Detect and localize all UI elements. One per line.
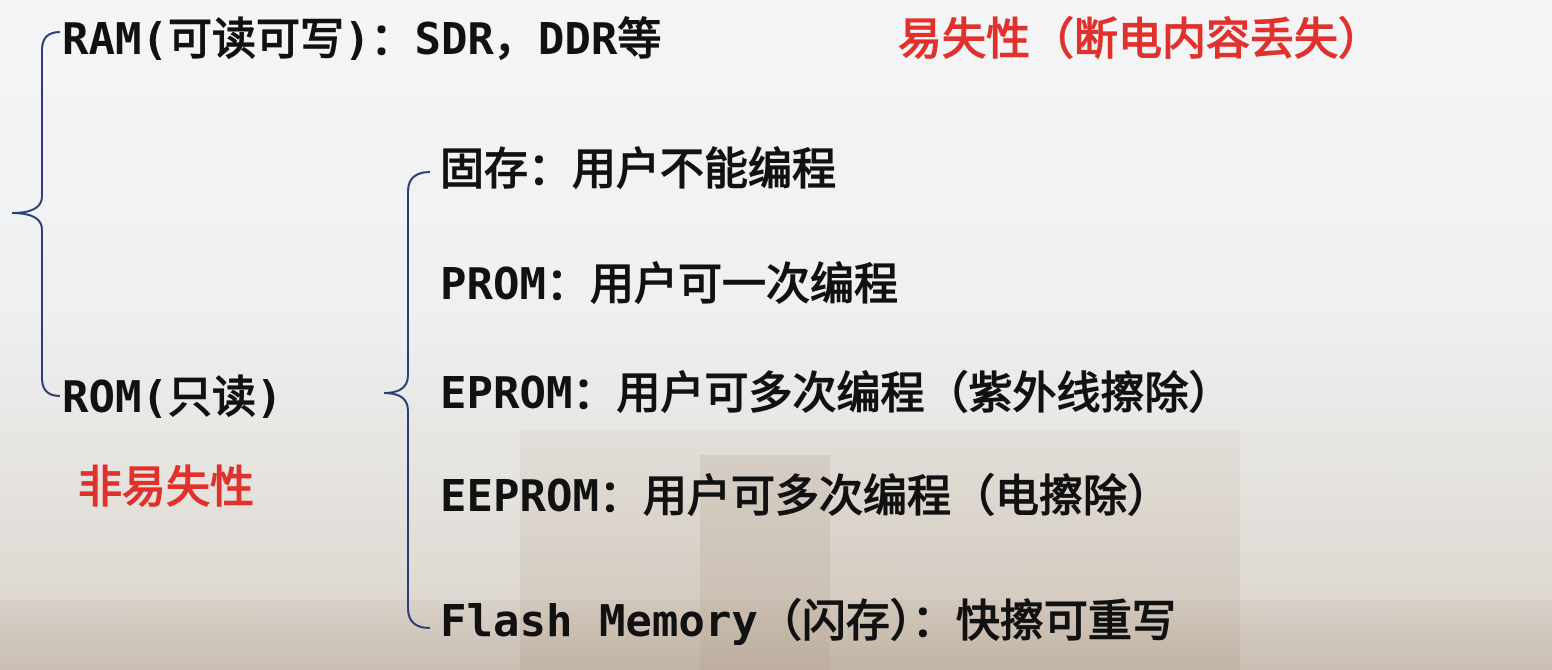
- background-photo: [0, 0, 1552, 670]
- ram-volatility-note: 易失性（断电内容丢失）: [898, 14, 1382, 65]
- rom-type-prom: PROM：用户可一次编程: [440, 259, 898, 310]
- rom-type-eprom: EPROM：用户可多次编程（紫外线擦除）: [440, 368, 1233, 419]
- ram-label: RAM(可读可写)：SDR，DDR等: [62, 14, 662, 65]
- rom-label: ROM(只读): [62, 372, 283, 423]
- rom-type-flash-memory: Flash Memory（闪存）：快擦可重写: [440, 596, 1176, 647]
- rom-type-eeprom: EEPROM：用户可多次编程（电擦除）: [440, 471, 1171, 522]
- rom-nonvolatility-note: 非易失性: [78, 462, 254, 513]
- inner-brace: [383, 171, 431, 629]
- rom-type-mask-rom: 固存：用户不能编程: [440, 144, 836, 195]
- outer-brace: [11, 31, 61, 397]
